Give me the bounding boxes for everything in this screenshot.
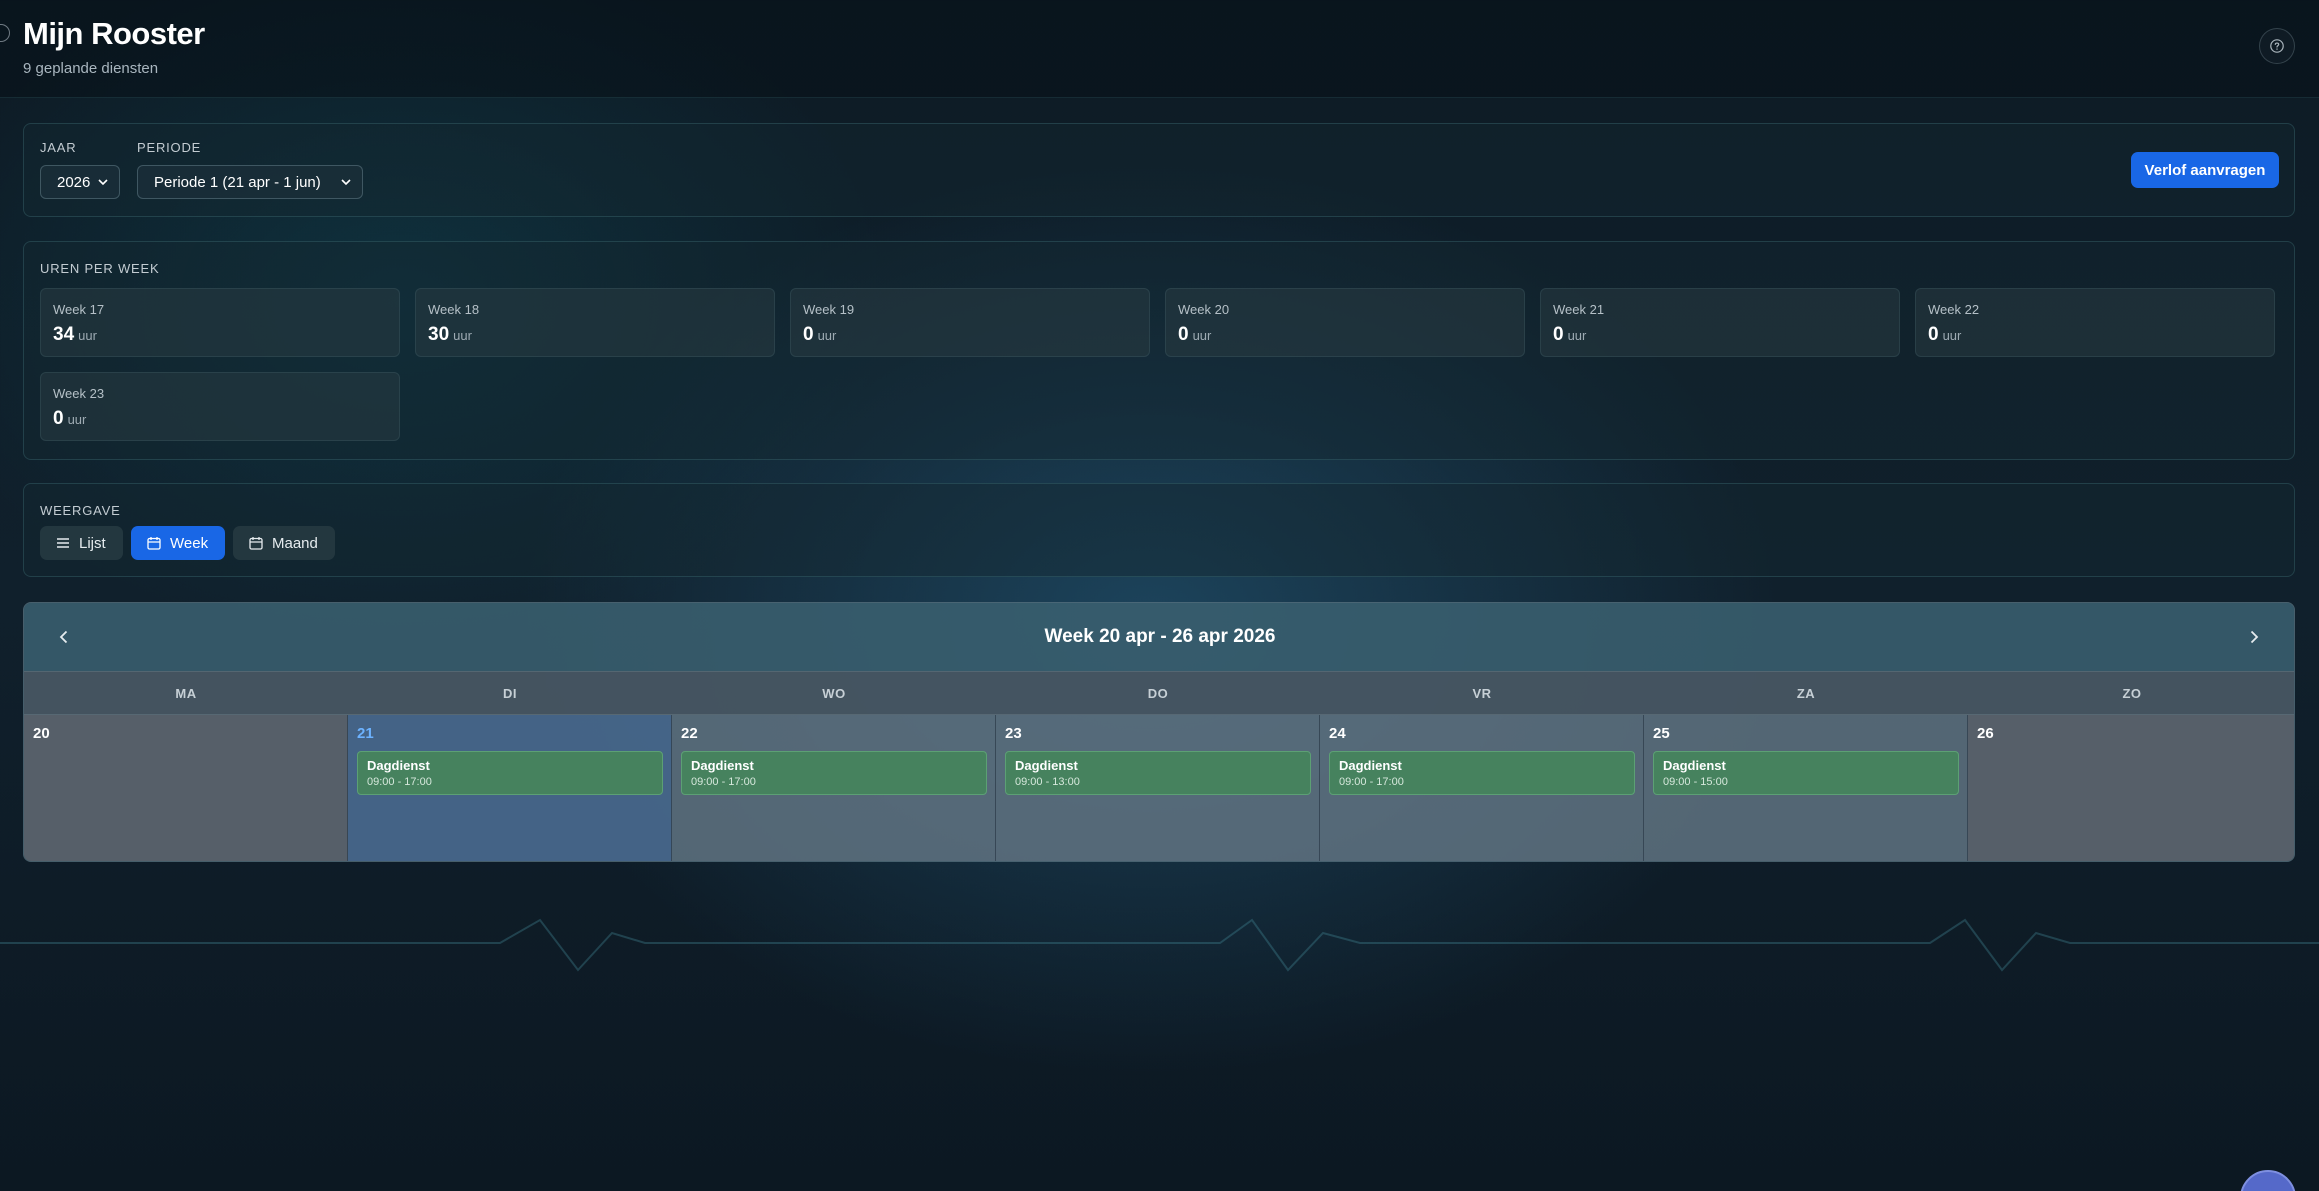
weekday-label: ZO: [2122, 686, 2142, 701]
view-month-button[interactable]: Maand: [233, 526, 335, 560]
request-leave-button[interactable]: Verlof aanvragen: [2131, 152, 2279, 188]
view-week-label: Week: [170, 534, 209, 552]
weekday-label: DO: [1147, 686, 1169, 701]
view-title: WEERGAVE: [40, 503, 121, 518]
day-cell[interactable]: 22 Dagdienst 09:00 - 17:00: [672, 715, 996, 861]
shift-time: 09:00 - 17:00: [691, 776, 756, 788]
week-hours-value: 34 uur: [53, 324, 97, 345]
chat-assistant-button[interactable]: [2240, 1170, 2296, 1191]
help-button[interactable]: [2259, 28, 2295, 64]
calendar-icon: [147, 537, 161, 550]
weekday-label: ZA: [1796, 686, 1816, 701]
shift-name: Dagdienst: [1663, 758, 1726, 773]
year-label: JAAR: [40, 140, 77, 155]
shift-name: Dagdienst: [1339, 758, 1402, 773]
period-select[interactable]: Periode 1 (21 apr - 1 jun): [137, 165, 363, 199]
shift-block[interactable]: Dagdienst 09:00 - 17:00: [1329, 751, 1635, 795]
day-number: 26: [1977, 725, 1994, 742]
period-select-value: Periode 1 (21 apr - 1 jun): [154, 173, 321, 191]
weekday-label: WO: [822, 686, 846, 701]
year-select-value: 2026: [57, 173, 91, 191]
page-title: Mijn Rooster: [23, 16, 205, 51]
day-cell[interactable]: 25 Dagdienst 09:00 - 15:00: [1644, 715, 1968, 861]
week-label: Week 22: [1928, 302, 1980, 317]
shift-count: 9 geplande diensten: [23, 60, 159, 77]
week-label: Week 23: [53, 386, 105, 401]
week-hours-card: Week 18 30 uur: [415, 288, 775, 357]
calendar-week-title: Week 20 apr - 26 apr 2026: [1044, 626, 1276, 647]
weekday-header-row: MA DI WO DO VR ZA ZO: [24, 671, 2294, 715]
day-number: 20: [33, 725, 50, 742]
week-hours-card: Week 20 0 uur: [1165, 288, 1525, 357]
week-hours-card: Week 17 34 uur: [40, 288, 400, 357]
shift-time: 09:00 - 13:00: [1015, 776, 1080, 788]
view-panel: WEERGAVE Lijst Week Maand: [23, 483, 2295, 577]
week-label: Week 18: [428, 302, 480, 317]
calendar-header: Week 20 apr - 26 apr 2026: [24, 603, 2294, 671]
day-cell[interactable]: 26: [1968, 715, 2294, 861]
week-hours-value: 0 uur: [803, 324, 837, 345]
week-label: Week 21: [1553, 302, 1605, 317]
weekday-label: MA: [175, 686, 197, 701]
shift-time: 09:00 - 17:00: [367, 776, 432, 788]
week-label: Week 17: [53, 302, 105, 317]
shift-time: 09:00 - 15:00: [1663, 776, 1728, 788]
day-cell[interactable]: 20: [24, 715, 348, 861]
week-hours-card: Week 19 0 uur: [790, 288, 1150, 357]
view-week-button[interactable]: Week: [131, 526, 225, 560]
heartbeat-line-decoration: [0, 918, 2319, 972]
filter-panel: JAAR PERIODE 2026 Periode 1 (21 apr - 1 …: [23, 123, 2295, 217]
weekday-label: VR: [1472, 686, 1492, 701]
chevron-down-icon: [341, 179, 351, 186]
list-icon: [57, 538, 69, 548]
shift-name: Dagdienst: [1015, 758, 1078, 773]
shift-block[interactable]: Dagdienst 09:00 - 13:00: [1005, 751, 1311, 795]
view-list-label: Lijst: [79, 534, 106, 552]
help-circle-icon: [2270, 39, 2284, 53]
chevron-right-icon: [2250, 630, 2259, 644]
day-number: 25: [1653, 725, 1670, 742]
next-week-button[interactable]: [2244, 627, 2264, 647]
week-hours-value: 0 uur: [1928, 324, 1962, 345]
week-label: Week 19: [803, 302, 855, 317]
calendar-icon: [249, 537, 263, 550]
day-number: 22: [681, 725, 698, 742]
shift-block[interactable]: Dagdienst 09:00 - 17:00: [357, 751, 663, 795]
weekday-label: DI: [503, 686, 517, 701]
week-hours-value: 30 uur: [428, 324, 472, 345]
week-hours-card: Week 22 0 uur: [1915, 288, 2275, 357]
week-hours-card: Week 21 0 uur: [1540, 288, 1900, 357]
week-hours-card: Week 23 0 uur: [40, 372, 400, 441]
day-number: 21: [357, 725, 374, 742]
period-label: PERIODE: [137, 140, 202, 155]
shift-name: Dagdienst: [367, 758, 430, 773]
page-header: Mijn Rooster 9 geplande diensten: [0, 0, 2319, 98]
day-number: 23: [1005, 725, 1022, 742]
week-hours-value: 0 uur: [1178, 324, 1212, 345]
day-cell[interactable]: 24 Dagdienst 09:00 - 17:00: [1320, 715, 1644, 861]
hours-title: UREN PER WEEK: [40, 261, 160, 276]
week-hours-value: 0 uur: [53, 408, 87, 429]
day-number: 24: [1329, 725, 1346, 742]
week-label: Week 20: [1178, 302, 1230, 317]
day-cell-today[interactable]: 21 Dagdienst 09:00 - 17:00: [348, 715, 672, 861]
hours-per-week-panel: UREN PER WEEK Week 17 34 uur Week 18 30 uu…: [23, 241, 2295, 460]
week-calendar: Week 20 apr - 26 apr 2026 MA DI WO DO VR…: [23, 602, 2295, 862]
day-cell[interactable]: 23 Dagdienst 09:00 - 13:00: [996, 715, 1320, 861]
week-hours-value: 0 uur: [1553, 324, 1587, 345]
shift-name: Dagdienst: [691, 758, 754, 773]
view-list-button[interactable]: Lijst: [40, 526, 123, 560]
collapse-handle-icon[interactable]: [0, 24, 10, 42]
shift-block[interactable]: Dagdienst 09:00 - 17:00: [681, 751, 987, 795]
shift-block[interactable]: Dagdienst 09:00 - 15:00: [1653, 751, 1959, 795]
chevron-down-icon: [98, 179, 108, 186]
shift-time: 09:00 - 17:00: [1339, 776, 1404, 788]
year-select[interactable]: 2026: [40, 165, 120, 199]
view-month-label: Maand: [272, 534, 318, 552]
